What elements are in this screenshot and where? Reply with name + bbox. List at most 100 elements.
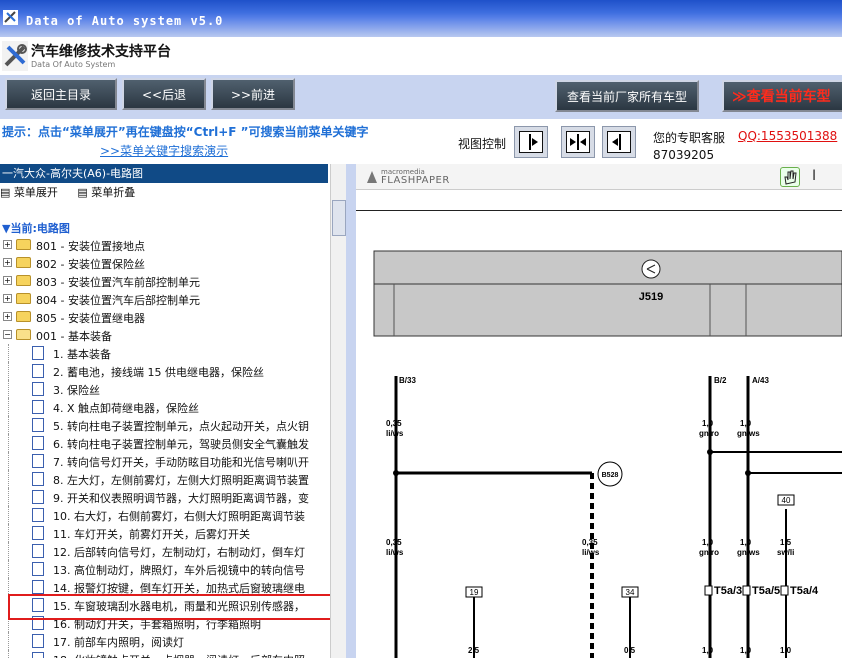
wire-size-4: 1,5 — [780, 538, 792, 547]
tree-item-label: 18. 化妆镜触点开关，点烟器，阅读灯，后部车内照 — [53, 652, 305, 658]
selected-item-highlight — [8, 594, 340, 620]
collapse-icon[interactable]: − — [3, 330, 12, 339]
tree-item-label: 9. 开关和仪表照明调节器，大灯照明距离调节器，变 — [53, 492, 309, 505]
document-icon — [32, 634, 44, 648]
tree-item-label: 11. 车灯开关，前雾灯开关，后雾灯开关 — [53, 528, 250, 541]
forward-button[interactable]: >>前进 — [211, 78, 295, 110]
view-right-panel-button[interactable] — [602, 126, 636, 158]
back-button[interactable]: <<后退 — [122, 78, 206, 110]
wire-color-2b: gn/ro — [699, 548, 719, 557]
wire-size-3c: 1,0 — [740, 646, 752, 655]
document-icon — [32, 418, 44, 432]
view-split-button[interactable] — [561, 126, 595, 158]
expand-icon[interactable]: + — [3, 312, 12, 321]
expand-icon[interactable]: + — [3, 240, 12, 249]
document-icon — [32, 652, 44, 658]
folder-open-icon — [16, 329, 31, 340]
menu-scrollbar[interactable] — [330, 164, 346, 658]
wire-color-1a: li/ws — [386, 429, 404, 438]
tree-doc-item[interactable]: 5. 转向柱电子装置控制单元，点火起动开关，点火钥 — [0, 416, 330, 434]
folder-icon — [16, 275, 31, 286]
main-toolbar: 返回主目录 <<后退 >>前进 查看当前厂家所有车型 ≫查看当前车型 — [0, 75, 842, 119]
menu-panel: 一汽大众-高尔夫(A6)-电路图 ▤ 菜单展开 ▤ 菜单折叠 ▼当前:电路图 +… — [0, 164, 346, 658]
tree-item-label: 5. 转向柱电子装置控制单元，点火起动开关，点火钥 — [53, 420, 309, 433]
document-icon — [32, 508, 44, 522]
tree-doc-item[interactable]: 9. 开关和仪表照明调节器，大灯照明距离调节器，变 — [0, 488, 330, 506]
tree-doc-item[interactable]: 11. 车灯开关，前雾灯开关，后雾灯开关 — [0, 524, 330, 542]
tree-item-label: 6. 转向柱电子装置控制单元，驾驶员侧安全气囊触发 — [53, 438, 309, 451]
tree-doc-item[interactable]: 4. X 触点卸荷继电器，保险丝 — [0, 398, 330, 416]
tree-doc-item[interactable]: 17. 前部车内照明，阅读灯 — [0, 632, 330, 650]
current-model-button[interactable]: ≫查看当前车型 — [722, 80, 842, 112]
arrow-right-icon — [529, 134, 538, 150]
tree-doc-item[interactable]: 13. 高位制动灯，牌照灯，车外后视镜中的转向信号 — [0, 560, 330, 578]
collapse-menu-button[interactable]: ▤ 菜单折叠 — [77, 186, 143, 199]
all-models-button[interactable]: 查看当前厂家所有车型 — [555, 80, 699, 112]
panel-divider[interactable] — [346, 164, 356, 658]
tree-item-label: 3. 保险丝 — [53, 384, 100, 397]
tree-folder-item[interactable]: +805 - 安装位置继电器 — [0, 308, 330, 326]
expand-menu-button[interactable]: ▤ 菜单展开 — [0, 186, 66, 199]
app-icon — [3, 10, 18, 25]
pin-b2: B/2 — [714, 376, 727, 385]
tree-folder-item[interactable]: − 001 - 基本装备 — [0, 326, 330, 344]
tree-item-label: 8. 左大灯，左侧前雾灯，左侧大灯照明距离调节装置 — [53, 474, 309, 487]
document-icon — [32, 454, 44, 468]
wire-size-1c: 0,35 — [582, 538, 598, 547]
wire-color-3b: gn/ws — [737, 548, 760, 557]
document-icon — [32, 544, 44, 558]
wire-color-4: sw/li — [777, 548, 794, 557]
breadcrumb: 一汽大众-高尔夫(A6)-电路图 — [0, 164, 328, 183]
ground-symbol-icon — [641, 259, 661, 279]
menu-ops: ▤ 菜单展开 ▤ 菜单折叠 — [0, 184, 151, 200]
home-button[interactable]: 返回主目录 — [5, 78, 117, 110]
expand-icon[interactable]: + — [3, 258, 12, 267]
tree-item-label: 17. 前部车内照明，阅读灯 — [53, 636, 184, 649]
app-header: 汽车维修技术支持平台 Data Of Auto System — [0, 37, 842, 75]
wrench-logo-icon — [2, 41, 28, 71]
pin-b33: B/33 — [399, 376, 416, 385]
wire-size-2c: 1,0 — [702, 646, 714, 655]
wire-size-2a: 1,0 — [702, 419, 714, 428]
support-label: 您的专职客服 — [653, 131, 726, 145]
tree-doc-item[interactable]: 6. 转向柱电子装置控制单元，驾驶员侧安全气囊触发 — [0, 434, 330, 452]
pin-a43: A/43 — [752, 376, 769, 385]
tree-doc-item[interactable]: 2. 蓄电池，接线端 15 供电继电器，保险丝 — [0, 362, 330, 380]
tree-doc-item[interactable]: 7. 转向信号灯开关，手动防眩目功能和光信号喇叭开 — [0, 452, 330, 470]
tree-doc-item[interactable]: 8. 左大灯，左侧前雾灯，左侧大灯照明距离调节装置 — [0, 470, 330, 488]
tree-item-label: 801 - 安装位置接地点 — [36, 240, 145, 253]
tree-item-label: 12. 后部转向信号灯，左制动灯，右制动灯，倒车灯 — [53, 546, 305, 559]
wire-size-3b: 1,0 — [740, 538, 752, 547]
search-demo-link[interactable]: >>菜单关键字搜索演示 — [100, 142, 228, 159]
current-section: ▼当前:电路图 — [2, 222, 70, 235]
expand-icon[interactable]: + — [3, 294, 12, 303]
tree-item-label: 2. 蓄电池，接线端 15 供电继电器，保险丝 — [53, 366, 264, 379]
view-left-panel-button[interactable] — [514, 126, 548, 158]
tree-doc-item[interactable]: 18. 化妆镜触点开关，点烟器，阅读灯，后部车内照 — [0, 650, 330, 658]
tree-doc-item[interactable]: 10. 右大灯，右侧前雾灯，右侧大灯照明距离调节装 — [0, 506, 330, 524]
scrollbar-thumb[interactable] — [332, 200, 346, 236]
document-icon — [32, 436, 44, 450]
tree-folder-item[interactable]: +804 - 安装位置汽车后部控制单元 — [0, 290, 330, 308]
box-34-label: 34 — [626, 588, 635, 597]
qq-link[interactable]: QQ:1553501388 — [738, 129, 837, 143]
folder-icon — [16, 311, 31, 322]
document-icon — [32, 364, 44, 378]
tree-folder-item[interactable]: +801 - 安装位置接地点 — [0, 236, 330, 254]
wire-size-2b: 1,0 — [702, 538, 714, 547]
tree-doc-item[interactable]: 3. 保险丝 — [0, 380, 330, 398]
wire-size-1b: 0,35 — [386, 538, 402, 547]
document-icon — [32, 580, 44, 594]
tree-folder-item[interactable]: +803 - 安装位置汽车前部控制单元 — [0, 272, 330, 290]
document-icon — [32, 472, 44, 486]
folder-icon — [16, 257, 31, 268]
arrow-left-icon — [612, 134, 621, 150]
document-icon — [32, 526, 44, 540]
node-label: B528 — [602, 472, 619, 479]
expand-icon[interactable]: + — [3, 276, 12, 285]
tree-item-label: 10. 右大灯，右侧前雾灯，右侧大灯照明距离调节装 — [53, 510, 305, 523]
search-tip: 提示：点击“菜单展开”再在键盘按“Ctrl+F ”可搜索当前菜单关键字 — [2, 125, 369, 139]
tree-doc-item[interactable]: 1. 基本装备 — [0, 344, 330, 362]
tree-doc-item[interactable]: 12. 后部转向信号灯，左制动灯，右制动灯，倒车灯 — [0, 542, 330, 560]
tree-folder-item[interactable]: +802 - 安装位置保险丝 — [0, 254, 330, 272]
